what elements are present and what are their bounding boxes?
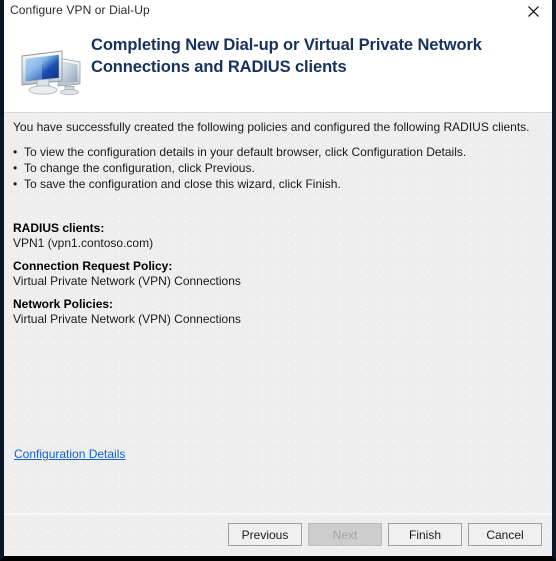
wizard-window: Configure VPN or Dial-Up Completing New …	[0, 0, 556, 561]
intro-text: You have successfully created the follow…	[13, 120, 530, 134]
summary-value: VPN1 (vpn1.contoso.com)	[13, 236, 154, 250]
bullet-icon: •	[13, 161, 18, 175]
close-icon	[527, 5, 540, 18]
close-button[interactable]	[516, 0, 550, 22]
title-bar: Configure VPN or Dial-Up	[4, 0, 552, 22]
configuration-details-link[interactable]: Configuration Details	[14, 447, 125, 461]
list-item: • To save the configuration and close thi…	[13, 176, 543, 192]
summary-label: Connection Request Policy:	[13, 259, 173, 273]
wizard-header: Completing New Dial-up or Virtual Privat…	[4, 22, 552, 113]
configuration-summary: RADIUS clients: VPN1 (vpn1.contoso.com) …	[13, 221, 543, 335]
list-item-text: To view the configuration details in you…	[24, 145, 467, 159]
finish-button[interactable]: Finish	[388, 523, 462, 546]
computer-monitors-icon	[18, 44, 84, 100]
window-title: Configure VPN or Dial-Up	[10, 3, 150, 17]
list-item: • To view the configuration details in yo…	[13, 144, 543, 160]
wizard-body: You have successfully created the follow…	[4, 113, 552, 513]
bullet-icon: •	[13, 177, 18, 191]
button-row: Previous Next Finish Cancel	[228, 523, 542, 546]
previous-button[interactable]: Previous	[228, 523, 302, 546]
list-item-text: To save the configuration and close this…	[24, 177, 341, 191]
cancel-button[interactable]: Cancel	[468, 523, 542, 546]
list-item: • To change the configuration, click Prev…	[13, 160, 543, 176]
instruction-list: • To view the configuration details in yo…	[13, 144, 543, 192]
summary-value: Virtual Private Network (VPN) Connection…	[13, 274, 241, 288]
summary-group-network-policies: Network Policies: Virtual Private Networ…	[13, 297, 543, 327]
summary-value: Virtual Private Network (VPN) Connection…	[13, 312, 241, 326]
list-item-text: To change the configuration, click Previ…	[24, 161, 255, 175]
bullet-icon: •	[13, 145, 18, 159]
page-title: Completing New Dial-up or Virtual Privat…	[91, 36, 482, 77]
summary-group-connection-request-policy: Connection Request Policy: Virtual Priva…	[13, 259, 543, 289]
summary-group-radius-clients: RADIUS clients: VPN1 (vpn1.contoso.com)	[13, 221, 543, 251]
summary-label: Network Policies:	[13, 297, 114, 311]
summary-label: RADIUS clients:	[13, 221, 105, 235]
next-button: Next	[308, 523, 382, 546]
wizard-footer: Previous Next Finish Cancel	[4, 513, 552, 556]
